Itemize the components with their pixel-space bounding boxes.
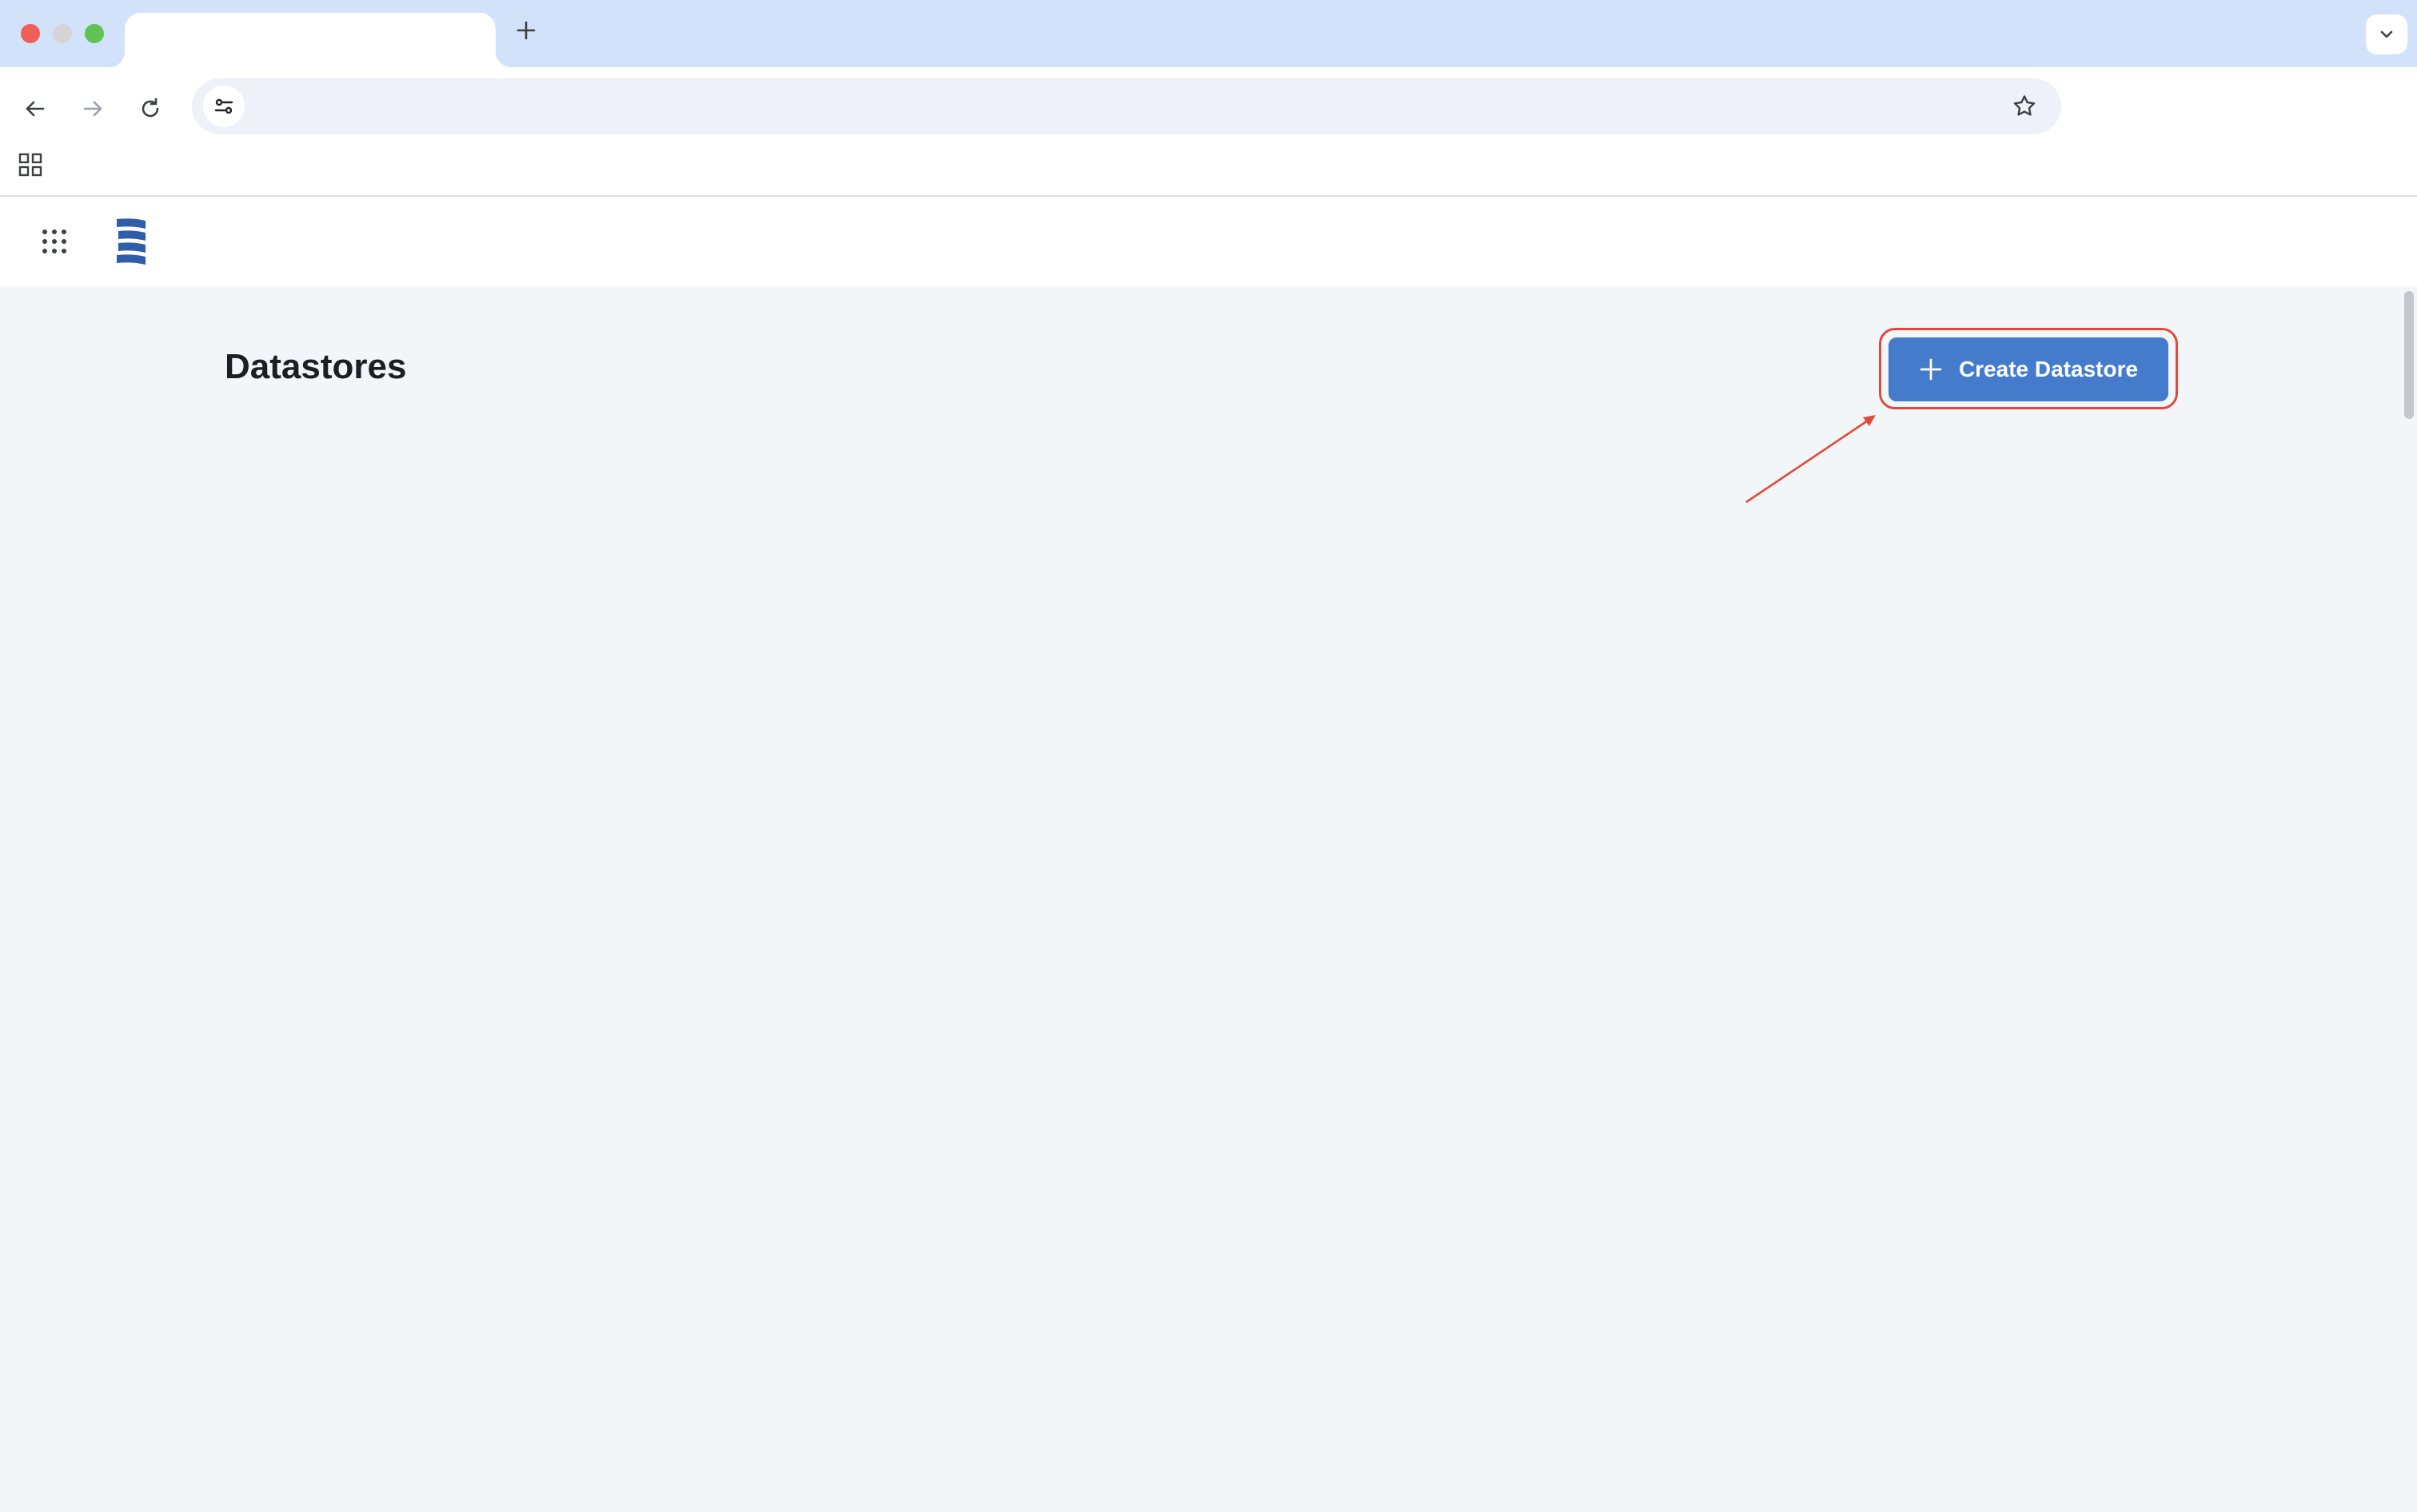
page-scrollbar[interactable]	[2399, 286, 2417, 1512]
new-tab-button[interactable]	[512, 16, 540, 45]
arrow-left-icon	[26, 101, 45, 117]
window-close-button[interactable]	[21, 24, 40, 43]
reload-button[interactable]	[128, 86, 173, 131]
bookmark-star-button[interactable]	[2005, 87, 2044, 126]
chevron-down-icon	[2380, 30, 2393, 38]
annotation-arrow-icon	[1745, 415, 1876, 504]
scrollbar-thumb[interactable]	[2404, 291, 2414, 419]
dots-grid-icon	[42, 229, 66, 253]
plus-icon	[517, 21, 536, 40]
bookmarks-apps-button[interactable]	[14, 149, 46, 181]
tune-icon	[214, 98, 233, 114]
plus-icon	[1919, 357, 1943, 381]
browser-tab-active[interactable]	[109, 13, 512, 67]
address-bar[interactable]	[192, 78, 2061, 134]
back-button[interactable]	[13, 86, 58, 131]
tab-search-button[interactable]	[2366, 14, 2407, 54]
arrow-right-icon	[83, 101, 102, 117]
app-header	[0, 197, 2417, 286]
app-launcher-button[interactable]	[34, 221, 75, 262]
main-content: Datastores Create Datastore	[0, 286, 2417, 1512]
create-datastore-button[interactable]: Create Datastore	[1889, 337, 2168, 401]
stack-logo-icon	[117, 218, 146, 265]
grid-icon	[18, 153, 42, 177]
window-maximize-button[interactable]	[85, 24, 104, 43]
forward-button[interactable]	[70, 86, 115, 131]
star-icon	[2013, 95, 2036, 116]
browser-tabstrip	[0, 0, 2417, 67]
browser-toolbar	[0, 67, 2417, 208]
reload-icon	[142, 98, 159, 118]
page-title: Datastores	[225, 347, 407, 386]
create-datastore-label: Create Datastore	[1958, 357, 2139, 381]
site-info-button[interactable]	[203, 86, 245, 127]
window-minimize-button[interactable]	[53, 24, 72, 43]
brand-logo[interactable]	[112, 216, 154, 267]
